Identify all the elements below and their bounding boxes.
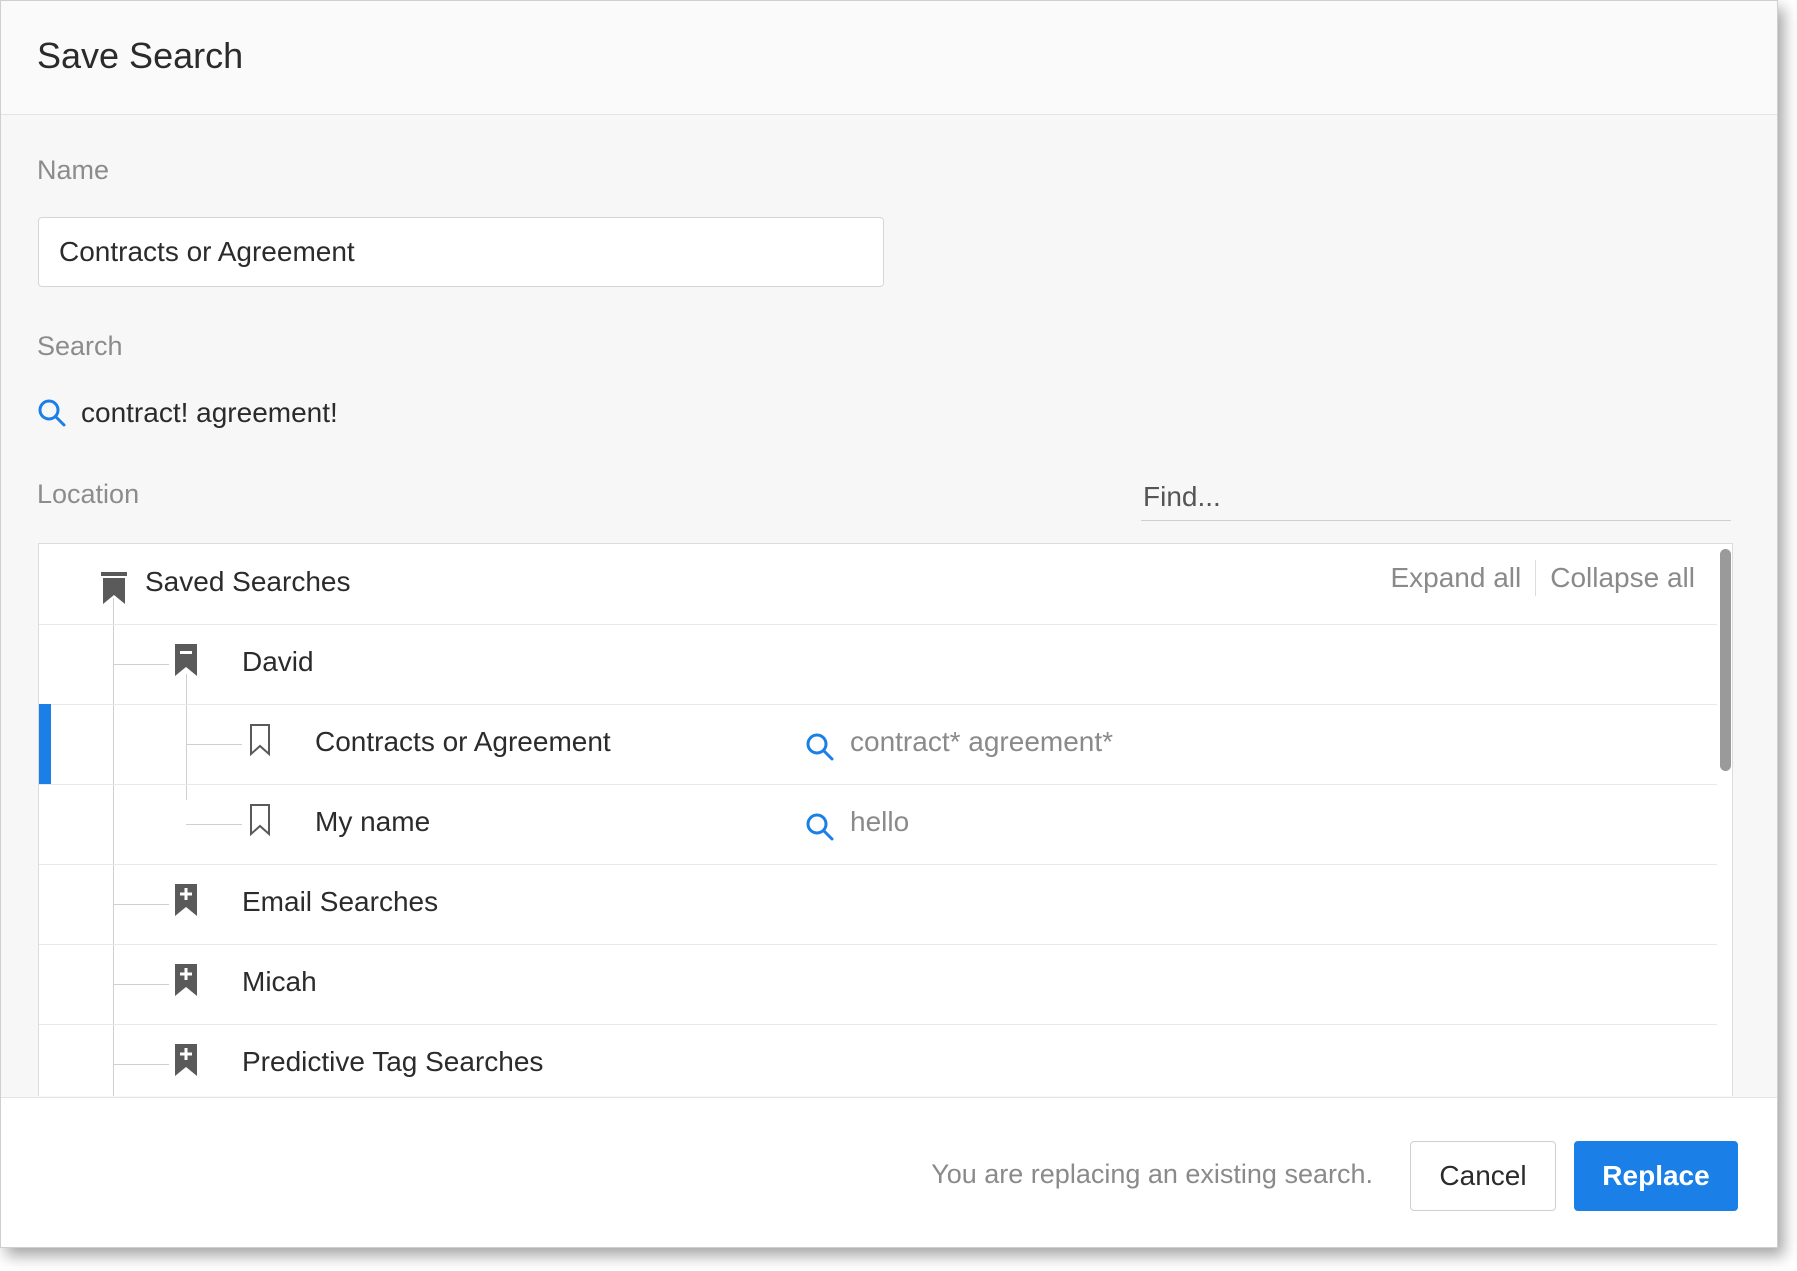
name-label: Name [37,155,110,185]
scrollbar-thumb[interactable] [1720,549,1731,771]
tree-row-label: Email Searches [242,886,439,917]
bookmark-outline-icon [250,724,270,757]
tree-connector [113,1064,169,1065]
tree-row-query: hello [850,806,910,837]
bookmark-outline-icon [250,804,270,837]
tree-row-label: Micah [242,966,317,997]
bookmark-folder-open-icon [175,644,197,676]
dialog-header: Save Search [1,1,1777,115]
tree-scrollbar[interactable] [1720,549,1731,1089]
search-icon [806,813,834,841]
tree-row-my-name[interactable]: My name hello [39,784,1717,865]
find-input[interactable] [1141,473,1731,521]
expand-all-button[interactable]: Expand all [1390,562,1521,594]
bookmark-folder-plus-icon [175,964,197,996]
cancel-button[interactable]: Cancel [1410,1141,1556,1211]
tree-row-micah[interactable]: Micah [39,944,1717,1025]
tree-connector [113,904,169,905]
tree-row-query: contract* agreement* [850,726,1114,757]
search-label: Search [37,331,123,361]
dialog-footer: You are replacing an existing search. Ca… [1,1097,1777,1247]
replace-button[interactable]: Replace [1574,1141,1738,1211]
tree-connector [186,744,242,745]
location-label: Location [37,479,140,509]
dialog-title: Save Search [37,35,244,76]
tree-row-label: David [242,646,314,677]
status-message: You are replacing an existing search. [931,1159,1373,1189]
tree-row-email-searches[interactable]: Email Searches [39,864,1717,945]
tree-connector [113,984,169,985]
search-query-row: contract! agreement! [37,393,338,433]
bookmark-folder-plus-icon [175,884,197,916]
tree-row-label: Contracts or Agreement [315,726,611,757]
tree-row-saved-searches[interactable]: Saved Searches Expand all Collapse all [39,544,1717,625]
name-input[interactable] [38,217,884,287]
search-query-text: contract! agreement! [81,397,338,428]
tree-connector [186,824,242,825]
tree-connector [113,664,169,665]
bookmark-folder-icon [101,572,127,604]
search-icon [806,733,834,761]
tree-row-predictive-tag-searches[interactable]: Predictive Tag Searches [39,1024,1717,1096]
tree-row-david[interactable]: David [39,624,1717,705]
tree-toolbar: Expand all Collapse all [1390,560,1695,596]
tree-row-label: Saved Searches [145,566,351,597]
bookmark-folder-plus-icon [175,1044,197,1076]
search-icon [38,399,66,427]
toolbar-divider [1535,560,1537,596]
location-tree: Saved Searches Expand all Collapse all D… [38,543,1733,1096]
collapse-all-button[interactable]: Collapse all [1550,562,1695,594]
tree-row-label: My name [315,806,431,837]
tree-row-contracts-or-agreement[interactable]: Contracts or Agreement contract* agreeme… [39,704,1717,785]
save-search-dialog: Save Search Name Search contract! agreem… [0,0,1778,1248]
tree-row-label: Predictive Tag Searches [242,1046,544,1077]
